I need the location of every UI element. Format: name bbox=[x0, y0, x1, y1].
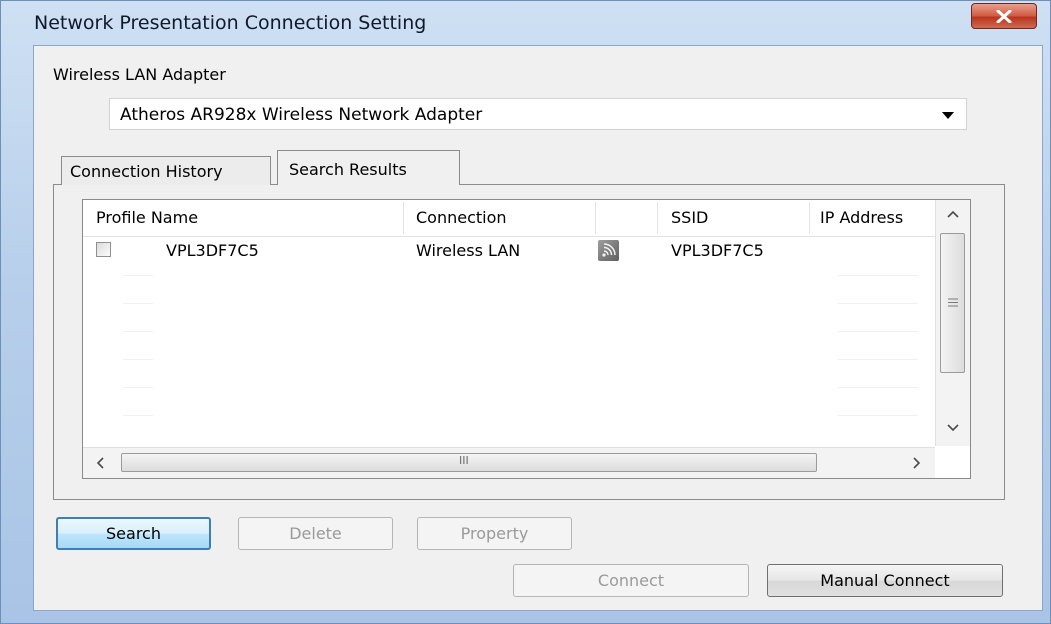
row-ssid: VPL3DF7C5 bbox=[671, 241, 764, 260]
row-divider bbox=[838, 331, 918, 332]
row-checkbox[interactable] bbox=[96, 242, 111, 257]
tab-connection-history[interactable]: Connection History bbox=[61, 156, 271, 185]
scroll-right-icon[interactable] bbox=[913, 457, 921, 469]
window-title: Network Presentation Connection Setting bbox=[34, 12, 427, 34]
adapter-dropdown[interactable]: Atheros AR928x Wireless Network Adapter bbox=[109, 98, 967, 130]
column-separator bbox=[809, 202, 810, 234]
vertical-scroll-thumb[interactable] bbox=[940, 233, 965, 373]
row-divider bbox=[123, 303, 153, 304]
close-icon bbox=[996, 10, 1012, 23]
grip-icon bbox=[948, 298, 958, 307]
title-bar[interactable]: Network Presentation Connection Setting bbox=[1, 1, 1051, 45]
row-divider bbox=[123, 387, 153, 388]
row-divider bbox=[123, 275, 153, 276]
scroll-left-icon[interactable] bbox=[96, 457, 104, 469]
tab-search-results[interactable]: Search Results bbox=[277, 150, 460, 185]
row-divider bbox=[123, 331, 153, 332]
close-button[interactable] bbox=[971, 3, 1037, 29]
row-profile-name: VPL3DF7C5 bbox=[166, 241, 259, 260]
vertical-scrollbar[interactable] bbox=[935, 200, 970, 446]
connect-button[interactable]: Connect bbox=[513, 564, 749, 597]
scroll-down-icon[interactable] bbox=[947, 424, 959, 432]
property-button[interactable]: Property bbox=[417, 517, 572, 550]
delete-button[interactable]: Delete bbox=[238, 517, 393, 550]
adapter-label: Wireless LAN Adapter bbox=[53, 65, 226, 84]
row-divider bbox=[838, 387, 918, 388]
horizontal-scrollbar[interactable]: III bbox=[83, 447, 935, 478]
scroll-up-icon[interactable] bbox=[947, 210, 959, 218]
column-header-connection[interactable]: Connection bbox=[416, 208, 507, 227]
adapter-selected-value: Atheros AR928x Wireless Network Adapter bbox=[120, 105, 483, 125]
column-header-profile-name[interactable]: Profile Name bbox=[96, 208, 198, 227]
dialog-window: Network Presentation Connection Setting … bbox=[0, 0, 1051, 624]
dialog-body: Wireless LAN Adapter Atheros AR928x Wire… bbox=[33, 45, 1043, 611]
column-separator bbox=[657, 202, 658, 234]
column-header-ssid[interactable]: SSID bbox=[671, 208, 708, 227]
horizontal-scroll-thumb[interactable]: III bbox=[121, 453, 817, 472]
tab-label: Search Results bbox=[289, 160, 407, 179]
row-divider bbox=[838, 359, 918, 360]
manual-connect-button[interactable]: Manual Connect bbox=[767, 564, 1003, 597]
row-divider bbox=[838, 275, 918, 276]
column-separator bbox=[403, 202, 404, 234]
results-list: Profile Name Connection SSID IP Address … bbox=[82, 199, 971, 479]
row-divider bbox=[123, 415, 153, 416]
column-separator bbox=[595, 202, 596, 234]
row-divider bbox=[838, 303, 918, 304]
column-header-ip-address[interactable]: IP Address bbox=[820, 208, 903, 227]
row-connection: Wireless LAN bbox=[416, 241, 521, 260]
wireless-signal-icon bbox=[598, 240, 619, 261]
list-header: Profile Name Connection SSID IP Address bbox=[83, 200, 935, 237]
row-divider bbox=[123, 359, 153, 360]
tab-panel-search-results: Profile Name Connection SSID IP Address … bbox=[53, 184, 1005, 500]
tab-label: Connection History bbox=[70, 162, 223, 181]
row-divider bbox=[838, 415, 918, 416]
search-button[interactable]: Search bbox=[56, 517, 211, 550]
dropdown-arrow-icon bbox=[942, 112, 954, 119]
grip-mark: III bbox=[459, 454, 469, 467]
